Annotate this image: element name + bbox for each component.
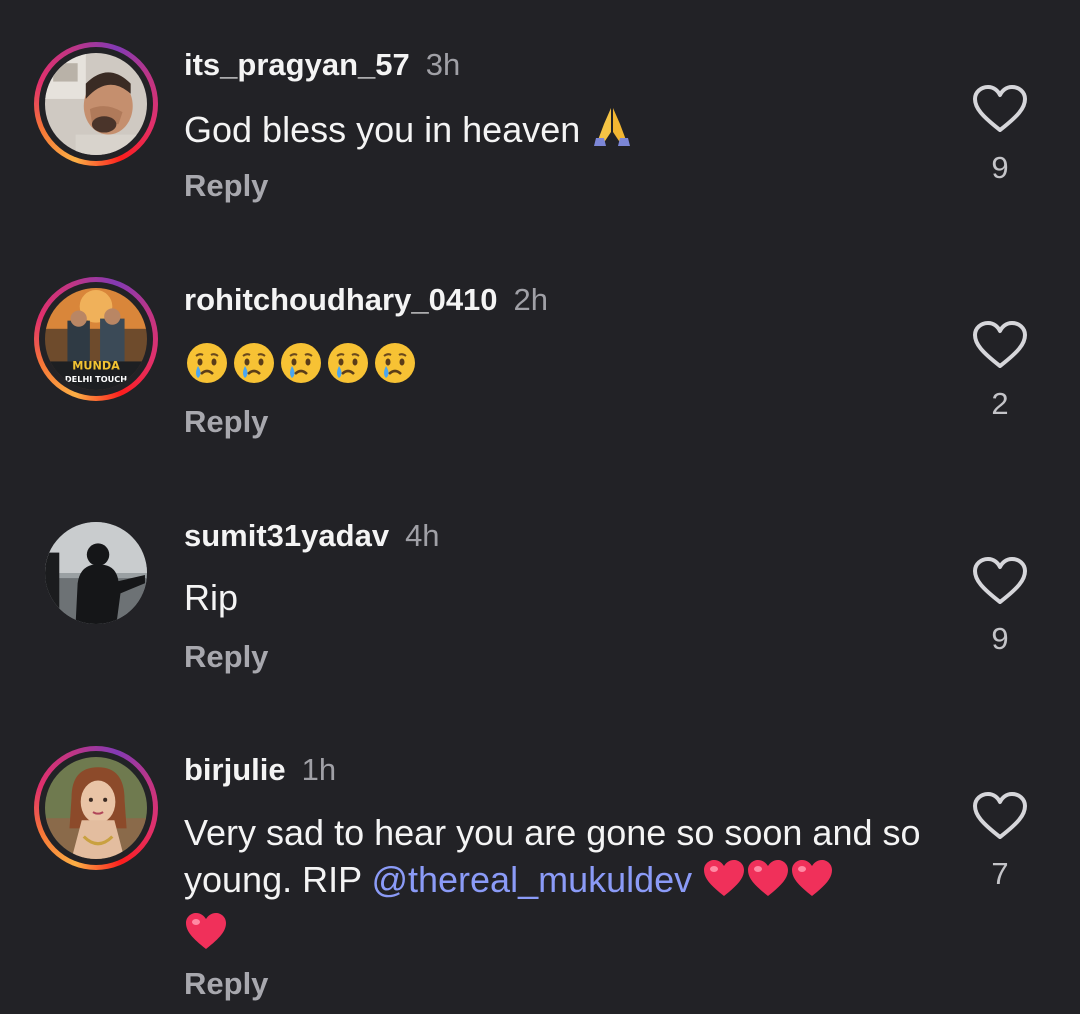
mention-link[interactable]: @thereal_mukuldev	[371, 859, 692, 900]
heart-outline-icon	[973, 557, 1027, 604]
heart-outline-icon	[973, 321, 1027, 368]
comment-text: God bless you in heaven	[184, 104, 944, 153]
like-button[interactable]	[972, 791, 1028, 841]
like-button[interactable]	[972, 556, 1028, 606]
avatar[interactable]: MUNDA DELHI TOUCH	[34, 277, 158, 401]
comment-header: rohitchoudhary_0410 2h	[184, 282, 548, 318]
username[interactable]: birjulie	[184, 752, 286, 787]
comment-header: sumit31yadav 4h	[184, 518, 440, 554]
avatar-image	[45, 53, 147, 155]
timestamp: 2h	[513, 282, 549, 317]
timestamp: 1h	[301, 752, 337, 787]
like-button[interactable]	[972, 320, 1028, 370]
reply-button[interactable]: Reply	[184, 168, 268, 204]
comment-body: God bless you in heaven	[184, 109, 581, 150]
heart-outline-icon	[973, 85, 1027, 132]
like-count: 9	[991, 621, 1009, 656]
folded-hands-icon	[590, 104, 634, 148]
comment-text: Very sad to hear you are gone so soon an…	[184, 809, 934, 962]
avatar[interactable]	[45, 522, 147, 624]
heart-outline-icon	[973, 792, 1027, 839]
reply-button[interactable]: Reply	[184, 966, 268, 1002]
crying-face-icon	[184, 340, 418, 386]
svg-text:MUNDA: MUNDA	[72, 360, 120, 373]
like-count: 2	[991, 386, 1009, 421]
timestamp: 4h	[405, 518, 440, 553]
avatar-image: MUNDA DELHI TOUCH	[45, 288, 147, 390]
comment-text	[184, 340, 944, 391]
avatar[interactable]	[34, 746, 158, 870]
avatar-image	[45, 757, 147, 859]
svg-text:DELHI TOUCH: DELHI TOUCH	[65, 374, 127, 384]
comment-text: Rip	[184, 574, 944, 621]
username[interactable]: rohitchoudhary_0410	[184, 282, 498, 317]
like-count: 9	[991, 150, 1009, 185]
like-button[interactable]	[972, 84, 1028, 134]
username[interactable]: sumit31yadav	[184, 518, 389, 553]
avatar[interactable]	[34, 42, 158, 166]
comment-header: its_pragyan_57 3h	[184, 47, 460, 83]
like-count: 7	[991, 856, 1009, 891]
avatar-image	[45, 522, 147, 624]
reply-button[interactable]: Reply	[184, 639, 268, 675]
timestamp: 3h	[425, 47, 461, 82]
comment-body: Rip	[184, 577, 239, 618]
comment-header: birjulie 1h	[184, 752, 336, 788]
username[interactable]: its_pragyan_57	[184, 47, 410, 82]
reply-button[interactable]: Reply	[184, 404, 268, 440]
